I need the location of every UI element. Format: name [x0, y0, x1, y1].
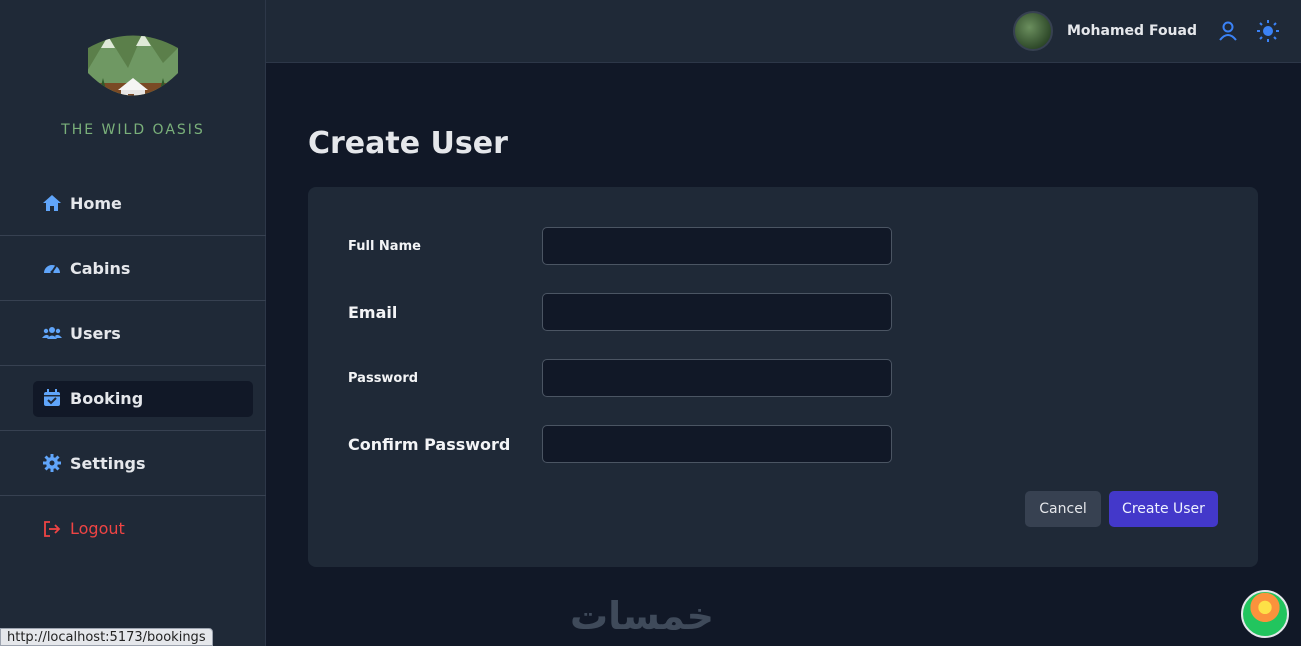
- status-bar-url: http://localhost:5173/bookings: [0, 628, 213, 646]
- sidebar-item-users[interactable]: Users: [0, 301, 266, 366]
- top-header: Mohamed Fouad: [266, 0, 1301, 63]
- sidebar-item-label: Settings: [70, 453, 146, 473]
- sidebar-item-label: Users: [70, 323, 121, 343]
- username: Mohamed Fouad: [1067, 23, 1197, 39]
- password-field[interactable]: [542, 359, 892, 397]
- form-row-password: Password: [348, 359, 892, 397]
- email-field[interactable]: [542, 293, 892, 331]
- email-label: Email: [348, 302, 398, 322]
- sidebar-item-home[interactable]: Home: [0, 171, 266, 236]
- create-user-button[interactable]: Create User: [1109, 491, 1218, 527]
- user-icon[interactable]: [1215, 18, 1241, 44]
- dashboard-gauge-icon: [42, 258, 62, 278]
- floating-badge-icon[interactable]: [1241, 590, 1289, 638]
- gear-icon: [42, 453, 62, 473]
- sidebar-item-label: Cabins: [70, 258, 131, 278]
- sidebar-item-logout[interactable]: Logout: [0, 496, 266, 561]
- header-user-area: Mohamed Fouad: [1013, 11, 1281, 51]
- sidebar: THE WILD OASIS Home Cabins Users Booking…: [0, 0, 266, 646]
- app-root: THE WILD OASIS Home Cabins Users Booking…: [0, 0, 1301, 646]
- form-row-confirm-password: Confirm Password: [348, 425, 892, 463]
- sidebar-item-label: Booking: [70, 388, 144, 408]
- home-icon: [42, 193, 62, 213]
- sidebar-item-booking[interactable]: Booking: [0, 366, 266, 431]
- cabin-mountain-logo: [88, 35, 178, 96]
- sun-icon[interactable]: [1255, 18, 1281, 44]
- full-name-field[interactable]: [542, 227, 892, 265]
- avatar[interactable]: [1013, 11, 1053, 51]
- full-name-label: Full Name: [348, 238, 421, 254]
- watermark: خمسات: [570, 594, 714, 638]
- confirm-password-field[interactable]: [542, 425, 892, 463]
- brand-name: THE WILD OASIS: [61, 122, 205, 138]
- sidebar-item-settings[interactable]: Settings: [0, 431, 266, 496]
- cancel-button[interactable]: Cancel: [1025, 491, 1101, 527]
- sidebar-item-label: Logout: [70, 519, 125, 538]
- form-row-email: Email: [348, 293, 892, 331]
- sidebar-nav: Home Cabins Users Booking Settings Logou…: [0, 171, 266, 561]
- page-title: Create User: [308, 126, 508, 161]
- sidebar-item-label: Home: [70, 193, 122, 213]
- users-icon: [42, 323, 62, 343]
- password-label: Password: [348, 370, 419, 386]
- brand-logo[interactable]: THE WILD OASIS: [0, 28, 266, 138]
- logout-icon: [42, 519, 62, 539]
- confirm-password-label: Confirm Password: [348, 434, 511, 454]
- calendar-check-icon: [42, 388, 62, 408]
- sidebar-item-cabins[interactable]: Cabins: [0, 236, 266, 301]
- form-row-full-name: Full Name: [348, 227, 892, 265]
- create-user-form: Full Name Email Password Confirm Passwor…: [308, 187, 1258, 567]
